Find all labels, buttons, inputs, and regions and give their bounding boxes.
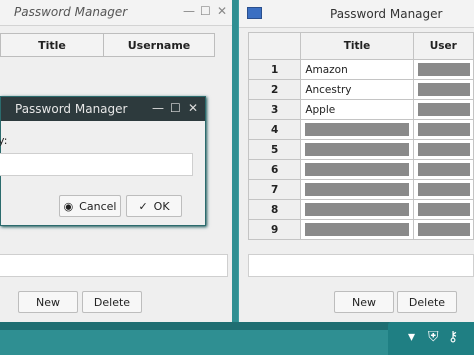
redacted-block <box>305 123 410 136</box>
right-search-field[interactable] <box>248 254 474 277</box>
dialog-close-button[interactable]: ✕ <box>188 101 198 115</box>
right-new-button[interactable]: New <box>334 291 394 313</box>
row-title[interactable] <box>300 139 414 160</box>
cancel-button[interactable]: ◉ Cancel <box>59 195 121 217</box>
key-icon[interactable]: ⚷ <box>448 329 458 345</box>
row-title[interactable]: Ancestry <box>300 79 414 100</box>
column-header-user[interactable]: User <box>412 32 474 60</box>
redacted-block <box>417 123 470 136</box>
redacted-block <box>417 183 470 196</box>
check-icon: ✓ <box>138 199 148 213</box>
row-username[interactable] <box>412 59 474 80</box>
left-new-button[interactable]: New <box>18 291 78 313</box>
row-title[interactable]: Amazon <box>300 59 414 80</box>
right-titlebar: Password Manager <box>239 0 474 28</box>
redacted-block <box>417 63 470 76</box>
row-number: 7 <box>247 179 302 200</box>
dialog-window: Password Manager — ☐ ✕ y: ◉ Cancel ✓ OK <box>0 96 206 226</box>
row-title[interactable] <box>300 159 414 180</box>
password-table: Title User 1 Amazon 2 Ancestry 3 Apple 4… <box>247 32 474 240</box>
table-row[interactable]: 2 Ancestry <box>247 79 474 100</box>
left-search-field[interactable] <box>0 254 228 277</box>
dialog-title: Password Manager <box>15 102 128 116</box>
right-delete-button[interactable]: Delete <box>397 291 457 313</box>
column-header-title[interactable]: Title <box>300 32 414 60</box>
left-table-header: Title Username <box>0 33 215 57</box>
table-header-row: Title User <box>247 32 474 60</box>
redacted-block <box>305 203 410 216</box>
maximize-button[interactable]: ☐ <box>200 4 211 18</box>
row-title[interactable]: Apple <box>300 99 414 120</box>
row-title[interactable] <box>300 119 414 140</box>
row-title[interactable] <box>300 179 414 200</box>
ok-label: OK <box>153 199 170 213</box>
dialog-titlebar: Password Manager — ☐ ✕ <box>1 97 205 121</box>
redacted-block <box>417 223 470 236</box>
row-title[interactable] <box>300 219 414 240</box>
row-number: 8 <box>247 199 302 220</box>
left-delete-button[interactable]: Delete <box>82 291 142 313</box>
row-username[interactable] <box>412 139 474 160</box>
right-window-title: Password Manager <box>330 7 443 21</box>
row-title[interactable] <box>300 199 414 220</box>
wifi-icon[interactable]: ▾ <box>408 329 415 345</box>
dialog-prompt-label: y: <box>0 134 8 147</box>
row-number: 1 <box>247 59 302 80</box>
close-button[interactable]: ✕ <box>217 4 227 18</box>
row-username[interactable] <box>412 199 474 220</box>
row-number: 9 <box>247 219 302 240</box>
redacted-block <box>305 143 410 156</box>
right-window: Password Manager Title User 1 Amazon 2 A… <box>238 0 474 322</box>
redacted-block <box>305 163 410 176</box>
redacted-block <box>417 143 470 156</box>
redacted-block <box>305 183 410 196</box>
table-row[interactable]: 6 <box>247 159 474 180</box>
table-row[interactable]: 1 Amazon <box>247 59 474 80</box>
cancel-icon: ◉ <box>63 199 74 213</box>
table-row[interactable]: 3 Apple <box>247 99 474 120</box>
row-number: 3 <box>247 99 302 120</box>
table-row[interactable]: 7 <box>247 179 474 200</box>
row-username[interactable] <box>412 119 474 140</box>
redacted-block <box>305 223 410 236</box>
left-titlebar: Password Manager — ☐ ✕ <box>0 0 232 26</box>
table-row[interactable]: 9 <box>247 219 474 240</box>
ok-button[interactable]: ✓ OK <box>126 195 182 217</box>
row-username[interactable] <box>412 99 474 120</box>
left-window-title: Password Manager <box>14 5 128 19</box>
minimize-button[interactable]: — <box>183 4 195 18</box>
table-row[interactable]: 8 <box>247 199 474 220</box>
table-row[interactable]: 4 <box>247 119 474 140</box>
system-tray: ▾ ⛨ ⚷ <box>388 322 474 355</box>
table-row[interactable]: 5 <box>247 139 474 160</box>
redacted-block <box>417 103 470 116</box>
app-icon <box>247 7 262 19</box>
dialog-minimize-button[interactable]: — <box>152 101 164 115</box>
shield-check-icon[interactable]: ⛨ <box>428 329 439 345</box>
row-number: 4 <box>247 119 302 140</box>
row-username[interactable] <box>412 159 474 180</box>
cancel-label: Cancel <box>79 199 117 213</box>
redacted-block <box>417 203 470 216</box>
row-username[interactable] <box>412 179 474 200</box>
column-header-index <box>247 32 302 60</box>
redacted-block <box>417 83 470 96</box>
dialog-input[interactable] <box>0 153 193 176</box>
row-number: 6 <box>247 159 302 180</box>
row-number: 5 <box>247 139 302 160</box>
row-username[interactable] <box>412 219 474 240</box>
row-username[interactable] <box>412 79 474 100</box>
dialog-maximize-button[interactable]: ☐ <box>170 101 181 115</box>
column-header-title[interactable]: Title <box>1 34 104 56</box>
redacted-block <box>417 163 470 176</box>
column-header-username[interactable]: Username <box>104 34 214 56</box>
row-number: 2 <box>247 79 302 100</box>
